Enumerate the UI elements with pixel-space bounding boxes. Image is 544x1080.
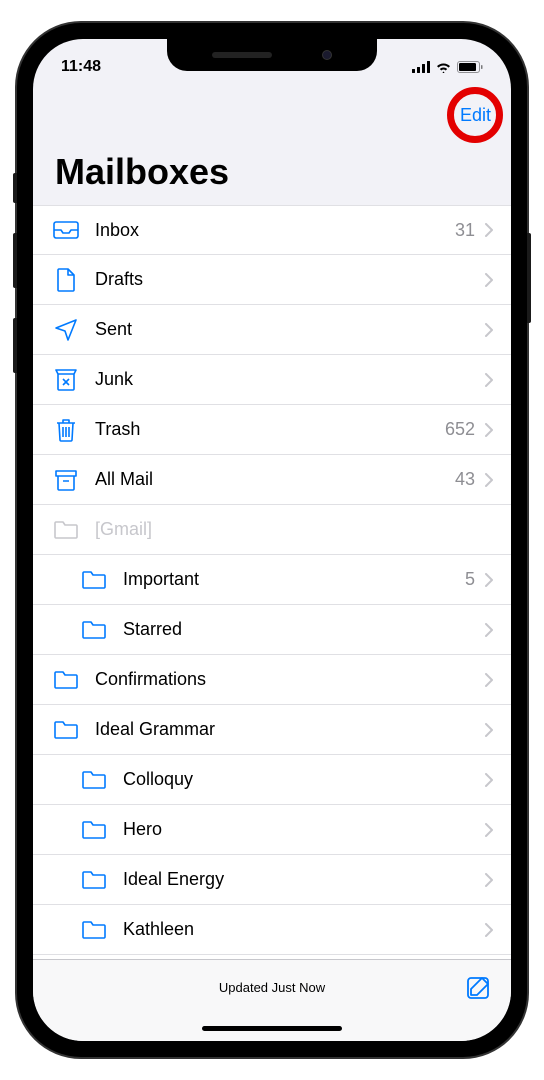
drafts-icon	[51, 268, 81, 292]
junk-icon	[51, 369, 81, 391]
mailbox-count: 31	[455, 220, 475, 241]
mailbox-label: Junk	[95, 369, 485, 390]
mailbox-item-junk[interactable]: Junk	[33, 355, 511, 405]
volume-down-button	[13, 318, 17, 373]
mailbox-item-ideal-grammar[interactable]: Ideal Grammar	[33, 705, 511, 755]
mailbox-label: [Gmail]	[95, 519, 493, 540]
mailbox-item-hero[interactable]: Hero	[33, 805, 511, 855]
mailbox-label: Confirmations	[95, 669, 485, 690]
folder-icon	[51, 720, 81, 740]
folder-icon	[51, 670, 81, 690]
folder-icon	[79, 570, 109, 590]
archive-icon	[51, 469, 81, 491]
edit-button[interactable]: Edit	[460, 105, 491, 126]
mailbox-item-confirmations[interactable]: Confirmations	[33, 655, 511, 705]
screen: 11:48 Edit Mailboxes Inbox31 Drafts Sent Ju…	[33, 39, 511, 1041]
front-camera	[322, 50, 332, 60]
inbox-icon	[51, 220, 81, 240]
mailbox-label: Starred	[123, 619, 485, 640]
update-status: Updated Just Now	[219, 980, 325, 995]
chevron-right-icon	[485, 823, 493, 837]
mailbox-label: Inbox	[95, 220, 455, 241]
folder-icon	[79, 870, 109, 890]
wifi-icon	[435, 61, 452, 73]
compose-button[interactable]	[465, 975, 491, 1001]
mailbox-label: Important	[123, 569, 465, 590]
chevron-right-icon	[485, 473, 493, 487]
mailbox-count: 652	[445, 419, 475, 440]
folder-icon	[79, 770, 109, 790]
mailbox-item--gmail-: [Gmail]	[33, 505, 511, 555]
mute-switch	[13, 173, 17, 203]
battery-icon	[457, 61, 483, 73]
status-time: 11:48	[61, 58, 101, 76]
mailbox-label: Trash	[95, 419, 445, 440]
mailbox-label: Drafts	[95, 269, 485, 290]
chevron-right-icon	[485, 223, 493, 237]
mailbox-count: 5	[465, 569, 475, 590]
page-title: Mailboxes	[33, 143, 511, 205]
phone-frame: 11:48 Edit Mailboxes Inbox31 Drafts Sent Ju…	[17, 23, 527, 1057]
notch	[167, 39, 377, 71]
folder-icon	[79, 620, 109, 640]
cellular-icon	[412, 61, 430, 73]
mailbox-item-ideal-energy[interactable]: Ideal Energy	[33, 855, 511, 905]
bottom-toolbar: Updated Just Now	[33, 959, 511, 1015]
mailbox-item-trash[interactable]: Trash652	[33, 405, 511, 455]
mailbox-label: Ideal Energy	[123, 869, 485, 890]
mailbox-item-inbox[interactable]: Inbox31	[33, 205, 511, 255]
trash-icon	[51, 418, 81, 442]
mailbox-count: 43	[455, 469, 475, 490]
chevron-right-icon	[485, 923, 493, 937]
mailbox-label: Colloquy	[123, 769, 485, 790]
mailbox-label: All Mail	[95, 469, 455, 490]
chevron-right-icon	[485, 773, 493, 787]
nav-bar: Edit	[33, 87, 511, 143]
chevron-right-icon	[485, 323, 493, 337]
mailbox-item-drafts[interactable]: Drafts	[33, 255, 511, 305]
mailbox-label: Sent	[95, 319, 485, 340]
home-indicator[interactable]	[202, 1026, 342, 1031]
mailbox-label: Kathleen	[123, 919, 485, 940]
mailbox-item-all-mail[interactable]: All Mail43	[33, 455, 511, 505]
mailbox-label: Ideal Grammar	[95, 719, 485, 740]
folder-icon	[79, 920, 109, 940]
mailbox-item-important[interactable]: Important5	[33, 555, 511, 605]
speaker	[212, 52, 272, 58]
sent-icon	[51, 318, 81, 342]
mailbox-list[interactable]: Inbox31DraftsSentJunkTrash652All Mail43[…	[33, 205, 511, 959]
mailbox-item-starred[interactable]: Starred	[33, 605, 511, 655]
chevron-right-icon	[485, 673, 493, 687]
chevron-right-icon	[485, 873, 493, 887]
folder-icon	[79, 820, 109, 840]
mailbox-label: Hero	[123, 819, 485, 840]
power-button	[527, 233, 531, 323]
mailbox-item-kathleen[interactable]: Kathleen	[33, 905, 511, 955]
chevron-right-icon	[485, 273, 493, 287]
volume-up-button	[13, 233, 17, 288]
chevron-right-icon	[485, 623, 493, 637]
chevron-right-icon	[485, 573, 493, 587]
folder-gray-icon	[51, 520, 81, 540]
chevron-right-icon	[485, 423, 493, 437]
chevron-right-icon	[485, 373, 493, 387]
mailbox-item-sent[interactable]: Sent	[33, 305, 511, 355]
mailbox-item-colloquy[interactable]: Colloquy	[33, 755, 511, 805]
chevron-right-icon	[485, 723, 493, 737]
